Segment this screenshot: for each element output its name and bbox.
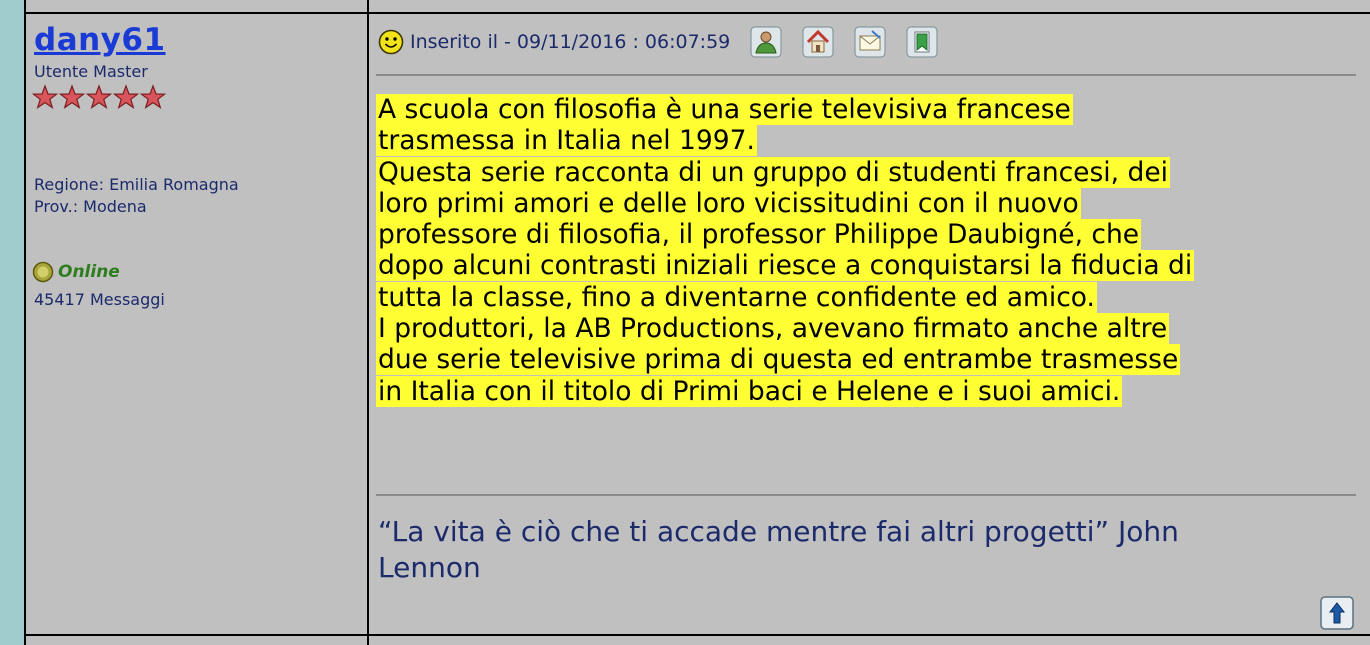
signature-line: Lennon bbox=[378, 551, 481, 584]
posted-date: Inserito il - 09/11/2016 : 06:07:59 bbox=[410, 31, 731, 53]
header-separator bbox=[376, 74, 1356, 76]
post-text-line: I produttori, la AB Productions, avevano… bbox=[376, 313, 1170, 345]
go-to-top-icon[interactable] bbox=[1320, 596, 1354, 630]
user-province: Prov.: Modena bbox=[34, 197, 147, 216]
rank-stars bbox=[32, 84, 172, 114]
profile-icon[interactable] bbox=[750, 26, 782, 58]
user-region: Regione: Emilia Romagna bbox=[34, 175, 239, 194]
post-message: A scuola con filosofia è una serie telev… bbox=[376, 94, 1360, 407]
username-link[interactable]: dany61 bbox=[34, 22, 166, 58]
online-status: Online bbox=[32, 261, 120, 283]
bottom-border bbox=[24, 634, 1370, 636]
post-text-line: professore di filosofia, il professor Ph… bbox=[376, 219, 1142, 251]
signature-separator bbox=[376, 494, 1356, 496]
signature-line: “La vita è ciò che ti accade mentre fai … bbox=[378, 515, 1179, 548]
author-panel: dany61 Utente Master Regione: Emilia Rom… bbox=[26, 14, 366, 634]
user-signature: “La vita è ciò che ti accade mentre fai … bbox=[378, 514, 1338, 586]
post-text-line: dopo alcuni contrasti iniziali riesce a … bbox=[376, 250, 1195, 282]
user-location: Regione: Emilia Romagna Prov.: Modena bbox=[34, 174, 239, 218]
post-text-line: due serie televisive prima di questa ed … bbox=[376, 344, 1181, 376]
user-rank: Utente Master bbox=[34, 62, 148, 81]
post-text-line: Questa serie racconta di un gruppo di st… bbox=[376, 156, 1170, 188]
bookmark-icon[interactable] bbox=[906, 26, 938, 58]
email-icon[interactable] bbox=[854, 26, 886, 58]
post-text-line: tutta la classe, fino a diventarne confi… bbox=[376, 281, 1097, 313]
post-header: Inserito il - 09/11/2016 : 06:07:59 bbox=[378, 22, 938, 62]
online-label: Online bbox=[58, 262, 120, 282]
home-icon[interactable] bbox=[802, 26, 834, 58]
post-panel: Inserito il - 09/11/2016 : 06:07:59 A sc… bbox=[370, 14, 1360, 634]
post-text-line: loro primi amori e delle loro vicissitud… bbox=[376, 187, 1081, 219]
post-text-line: in Italia con il titolo di Primi baci e … bbox=[376, 375, 1123, 407]
smiley-icon bbox=[378, 29, 404, 55]
message-count: 45417 Messaggi bbox=[34, 290, 165, 309]
column-divider bbox=[367, 0, 369, 645]
stars-icon bbox=[32, 85, 166, 109]
post-text-line: A scuola con filosofia è una serie telev… bbox=[376, 94, 1073, 125]
online-status-icon bbox=[32, 261, 54, 283]
post-text-line: trasmessa in Italia nel 1997. bbox=[376, 125, 757, 157]
